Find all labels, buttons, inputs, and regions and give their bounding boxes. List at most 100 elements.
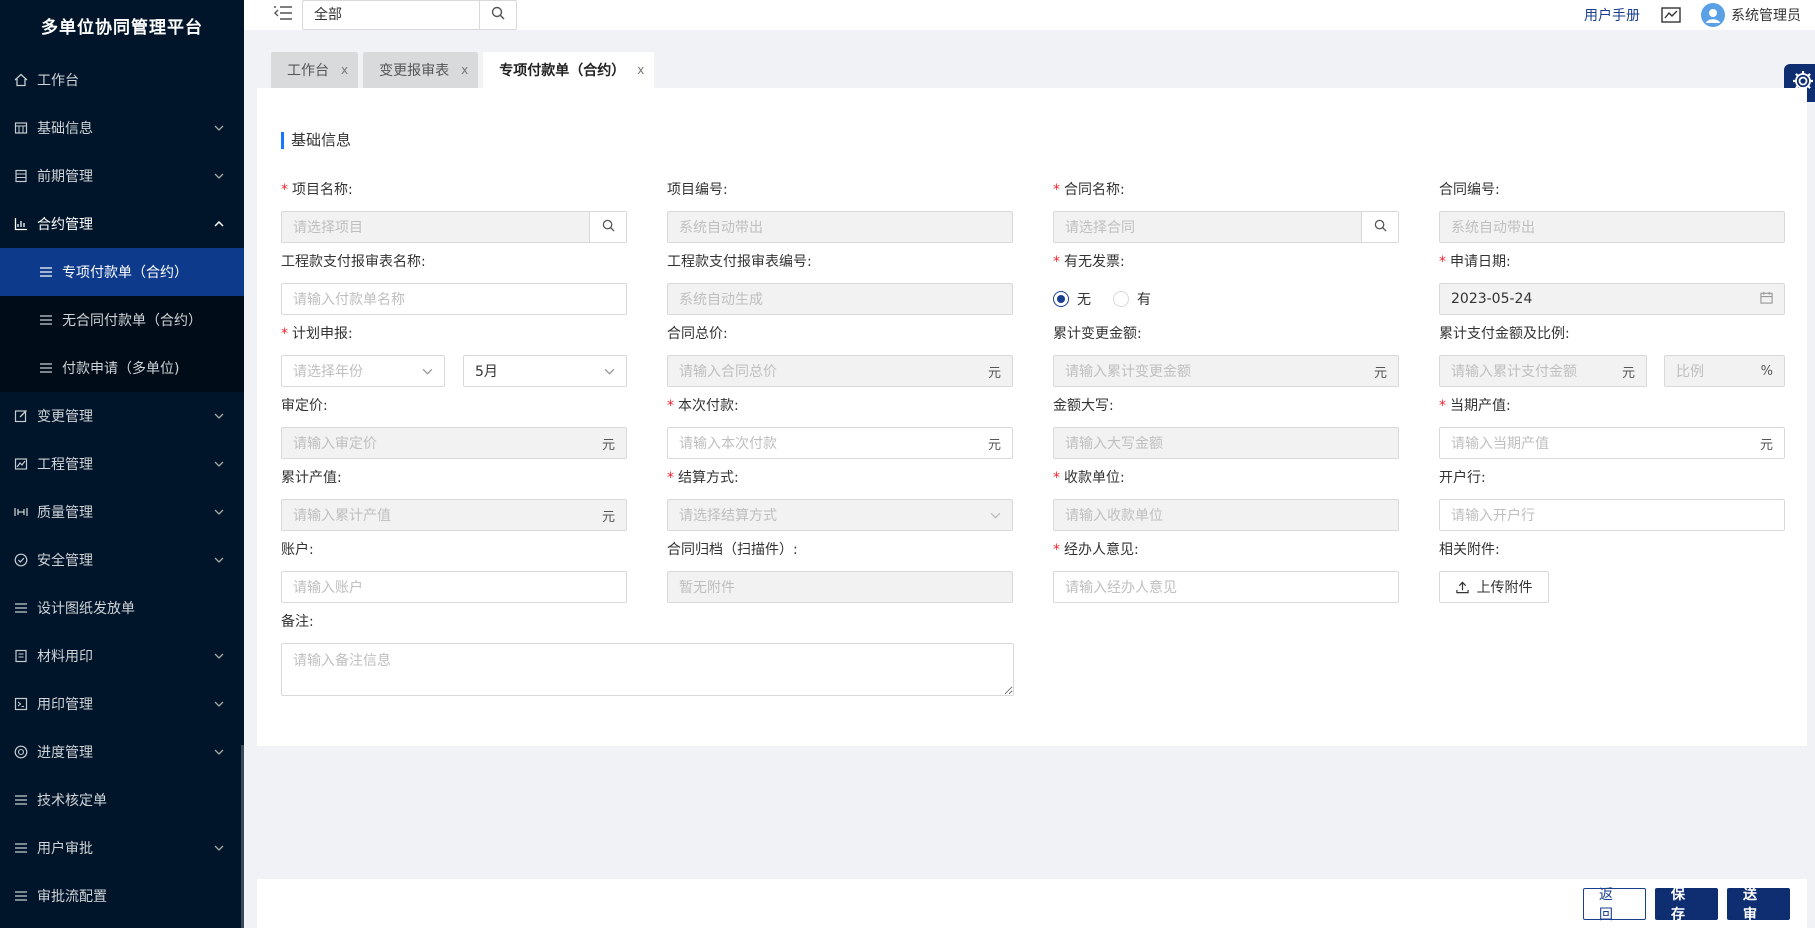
seal-icon xyxy=(13,696,29,712)
contract-no-input[interactable]: 系统自动带出 xyxy=(1439,211,1785,243)
invoice-radio-yes[interactable]: 有 xyxy=(1113,289,1151,309)
placeholder: 请输入大写金额 xyxy=(1065,436,1163,452)
field-attachments: 相关附件: 上传附件 xyxy=(1439,540,1785,603)
header-search-button[interactable] xyxy=(480,0,517,30)
sidebar-item-label: 工程管理 xyxy=(37,457,93,473)
placeholder: 请输入审定价 xyxy=(293,436,377,452)
archive-input[interactable]: 暂无附件 xyxy=(667,571,1013,603)
tab-special-payment[interactable]: 专项付款单（合约） x xyxy=(483,52,655,88)
field-contract-no: 合同编号: 系统自动带出 xyxy=(1439,180,1785,243)
plan-month-select[interactable]: 5月 xyxy=(463,355,627,387)
section-title: 基础信息 xyxy=(281,132,351,149)
sidebar-item-user-approval[interactable]: 用户审批 xyxy=(0,824,244,872)
remark-textarea[interactable] xyxy=(281,643,1014,696)
project-no-input[interactable]: 系统自动带出 xyxy=(667,211,1013,243)
field-label: 计划申报: xyxy=(292,326,353,342)
sidebar-item-label: 合约管理 xyxy=(37,217,93,233)
sidebar-item-engineering-mgmt[interactable]: 工程管理 xyxy=(0,440,244,488)
menu-icon xyxy=(38,360,54,376)
approved-price-input[interactable]: 请输入审定价 元 xyxy=(281,427,627,459)
close-icon[interactable]: x xyxy=(637,63,644,77)
sidebar-item-early-mgmt[interactable]: 前期管理 xyxy=(0,152,244,200)
header-right: 用户手册 系统管理员 xyxy=(1584,3,1815,27)
menu-icon xyxy=(38,264,54,280)
trend-chart-icon[interactable] xyxy=(1661,7,1681,23)
field-label: 合同名称: xyxy=(1064,182,1125,198)
tab-change-report[interactable]: 变更报审表 x xyxy=(363,52,479,88)
field-label: 项目名称: xyxy=(292,182,353,198)
field-handler-opinion: * 经办人意见: 请输入经办人意见 xyxy=(1053,540,1399,603)
close-icon[interactable]: x xyxy=(461,63,468,77)
sidebar-item-material-seal[interactable]: 材料用印 xyxy=(0,632,244,680)
payee-input[interactable]: 请输入收款单位 xyxy=(1053,499,1399,531)
save-button[interactable]: 保存 xyxy=(1655,887,1718,923)
apply-date-picker[interactable]: 2023-05-24 xyxy=(1439,283,1785,315)
header-search-input[interactable]: 全部 xyxy=(302,0,480,30)
sidebar-item-flow-config[interactable]: 审批流配置 xyxy=(0,872,244,920)
sidebar-item-tech-approval[interactable]: 技术核定单 xyxy=(0,776,244,824)
sidebar-scrollbar[interactable] xyxy=(241,745,244,928)
menu-icon xyxy=(13,888,29,904)
sidebar-item-label: 材料用印 xyxy=(37,649,93,665)
field-label: 累计变更金额: xyxy=(1053,326,1142,342)
contract-search-button[interactable] xyxy=(1361,212,1398,242)
field-plan: * 计划申报: 请选择年份 5月 xyxy=(281,324,627,387)
report-name-input[interactable]: 请输入付款单名称 xyxy=(281,283,627,315)
sidebar-item-workbench[interactable]: 工作台 xyxy=(0,56,244,104)
bank-input[interactable]: 请输入开户行 xyxy=(1439,499,1785,531)
field-change-total: 累计变更金额: 请输入累计变更金额 元 xyxy=(1053,324,1399,387)
field-invoice: * 有无发票: 无 有 xyxy=(1053,252,1399,315)
sidebar-item-non-contract-payment[interactable]: 无合同付款单（合约） xyxy=(0,296,244,344)
field-label: 合同归档（扫描件）: xyxy=(667,542,798,558)
paid-total-input[interactable]: 请输入累计支付金额 元 xyxy=(1439,355,1647,387)
project-search-button[interactable] xyxy=(589,212,626,242)
sidebar-item-payment-request[interactable]: 付款申请（多单位) xyxy=(0,344,244,392)
sidebar-item-label: 技术核定单 xyxy=(37,793,107,809)
amount-upper-input[interactable]: 请输入大写金额 xyxy=(1053,427,1399,459)
submit-review-button[interactable]: 送审 xyxy=(1727,887,1790,923)
sidebar-item-design-drawings[interactable]: 设计图纸发放单 xyxy=(0,584,244,632)
change-total-input[interactable]: 请输入累计变更金额 元 xyxy=(1053,355,1399,387)
total-output-input[interactable]: 请输入累计产值 元 xyxy=(281,499,627,531)
sidebar-item-change-mgmt[interactable]: 变更管理 xyxy=(0,392,244,440)
contract-select-input[interactable]: 请选择合同 xyxy=(1053,211,1399,243)
settle-method-select[interactable]: 请选择结算方式 xyxy=(667,499,1013,531)
sidebar-item-quality-mgmt[interactable]: 质量管理 xyxy=(0,488,244,536)
handler-opinion-input[interactable]: 请输入经办人意见 xyxy=(1053,571,1399,603)
invoice-radio-no[interactable]: 无 xyxy=(1053,289,1091,309)
sidebar-item-special-payment[interactable]: 专项付款单（合约） xyxy=(0,248,244,296)
upload-attachment-button[interactable]: 上传附件 xyxy=(1439,571,1549,603)
sidebar-item-seal-mgmt[interactable]: 用印管理 xyxy=(0,680,244,728)
main-content: 基础信息 * 项目名称: 请选择项目 项目编号: 系统自动带出 * 合同名称: 请选… xyxy=(257,88,1807,746)
contract-total-input[interactable]: 请输入合同总价 元 xyxy=(667,355,1013,387)
back-button[interactable]: 返回 xyxy=(1583,887,1646,923)
sidebar-item-basic-info[interactable]: 基础信息 xyxy=(0,104,244,152)
current-pay-input[interactable]: 请输入本次付款 元 xyxy=(667,427,1013,459)
field-label: 工程款支付报审表名称: xyxy=(281,254,426,270)
placeholder: 系统自动带出 xyxy=(679,220,763,236)
close-icon[interactable]: x xyxy=(341,63,348,77)
upload-label: 上传附件 xyxy=(1476,580,1533,596)
unit-suffix: 元 xyxy=(987,437,1001,453)
paid-ratio-input[interactable]: 比例% xyxy=(1664,355,1785,387)
chevron-down-icon xyxy=(214,507,224,517)
sidebar-item-safety-mgmt[interactable]: 安全管理 xyxy=(0,536,244,584)
field-apply-date: * 申请日期: 2023-05-24 xyxy=(1439,252,1785,315)
current-output-input[interactable]: 请输入当期产值 元 xyxy=(1439,427,1785,459)
placeholder: 请输入累计支付金额 xyxy=(1451,364,1577,380)
tab-workbench[interactable]: 工作台 x xyxy=(271,52,359,88)
project-select-input[interactable]: 请选择项目 xyxy=(281,211,627,243)
sidebar-item-contract-mgmt[interactable]: 合约管理 xyxy=(0,200,244,248)
user-manual-link[interactable]: 用户手册 xyxy=(1584,5,1640,25)
plan-year-select[interactable]: 请选择年份 xyxy=(281,355,445,387)
required-mark: * xyxy=(1053,470,1060,486)
sidebar-item-progress-mgmt[interactable]: 进度管理 xyxy=(0,728,244,776)
footer-actions: 返回 保存 送审 xyxy=(257,879,1807,928)
avatar[interactable] xyxy=(1701,3,1725,27)
user-name[interactable]: 系统管理员 xyxy=(1731,5,1801,25)
database-icon xyxy=(13,120,29,136)
unit-suffix: 元 xyxy=(1759,437,1773,453)
account-input[interactable]: 请输入账户 xyxy=(281,571,627,603)
menu-fold-button[interactable] xyxy=(268,0,298,30)
report-no-input[interactable]: 系统自动生成 xyxy=(667,283,1013,315)
